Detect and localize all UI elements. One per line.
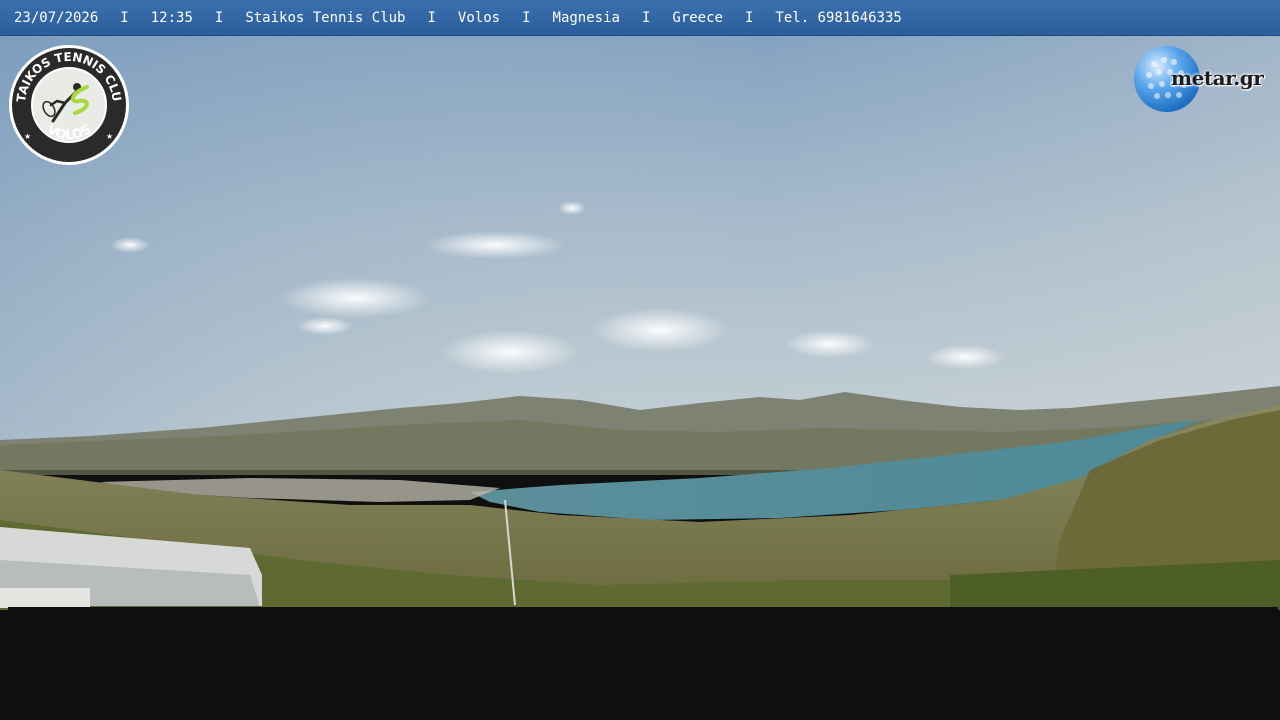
staikos-tennis-club-logo: STAIKOS TENNIS CLUB VOLOS ★ ★ [7,43,129,165]
overlay-separator: I [522,9,531,26]
overlay-banner: 23/07/2026 I 12:35 I Staikos Tennis Club… [0,0,1280,36]
overlay-separator: I [120,9,129,26]
overlay-city: Volos [457,9,501,26]
svg-text:★: ★ [106,132,113,141]
overlay-club: Staikos Tennis Club [245,9,406,26]
overlay-country: Greece [672,9,723,26]
overlay-separator: I [427,9,436,26]
overlay-region: Magnesia [552,9,620,26]
overlay-time: 12:35 [150,9,193,26]
metar-logo-text: metar.gr [1171,66,1264,90]
overlay-separator: I [744,9,754,26]
overlay-phone: Tel. 6981646335 [775,9,902,26]
overlay-separator: I [214,9,224,26]
overlay-separator: I [641,9,651,26]
black-mask-area [8,607,1278,717]
svg-text:★: ★ [24,132,31,141]
overlay-date: 23/07/2026 [14,9,99,26]
